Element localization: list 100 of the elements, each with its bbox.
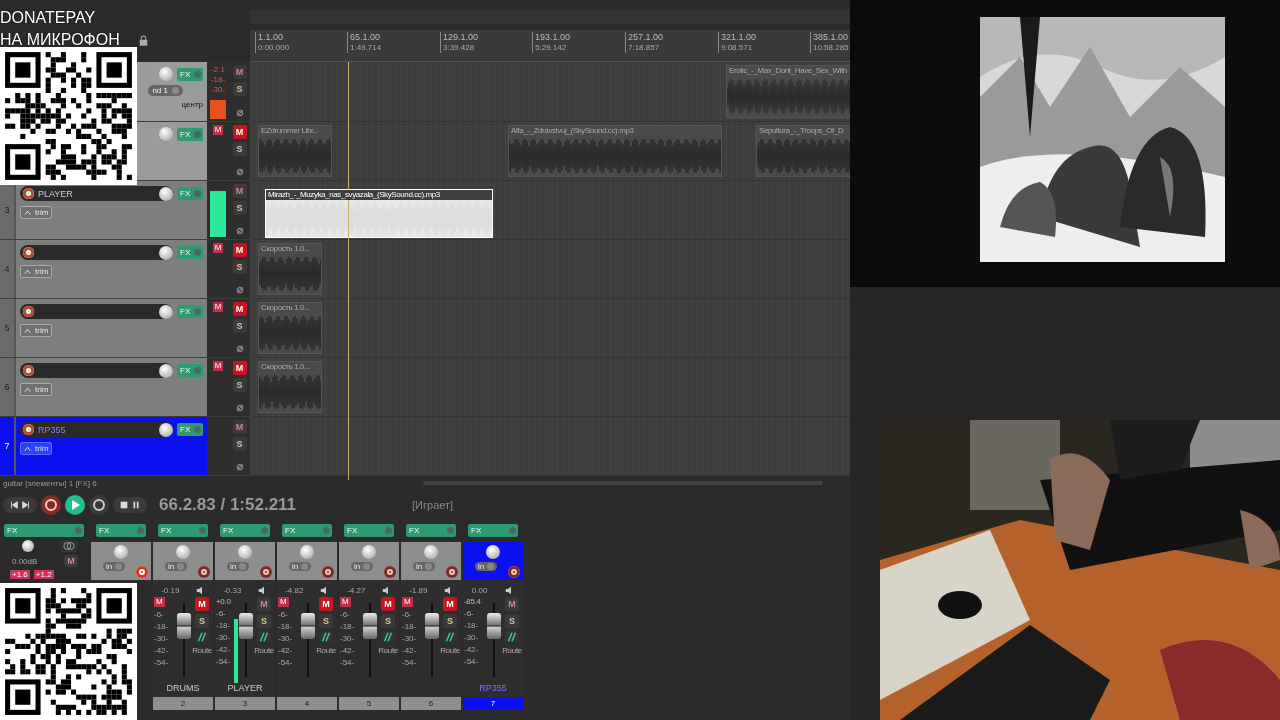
volume-knob[interactable] <box>159 304 173 319</box>
solo-button[interactable]: S <box>232 201 247 215</box>
timeline-ruler[interactable]: 1.1.00 0:00.000 65.1.00 1:49.714 129.1.00 3:39.428 193.1.00 5:29.142 257.1.00 7:18.857 321.1.00 9:08.571 385.1.00 10:58.285 <box>250 30 850 62</box>
track-header[interactable]: 7 RP355 FX trim <box>0 417 207 476</box>
track-name-field[interactable] <box>20 363 173 378</box>
channel-top-panel[interactable]: in <box>401 542 461 580</box>
pause-icon[interactable] <box>131 500 141 510</box>
pan-knob[interactable] <box>486 545 500 559</box>
volume-knob[interactable] <box>159 186 173 201</box>
track-name-field[interactable] <box>20 245 173 260</box>
record-arm-button[interactable] <box>23 247 34 258</box>
stop-icon[interactable] <box>119 500 129 510</box>
pan-knob[interactable] <box>22 540 34 552</box>
media-item[interactable]: Erotic_-_Max_Dont_Have_Sex_With <box>726 65 852 118</box>
mute-button[interactable]: M <box>232 184 247 198</box>
channel-top-panel[interactable]: in <box>277 542 337 580</box>
track-lane[interactable]: EZdrummer Libr... Alfa_-_Zdravstvuj_(SkySound.cc).mp3 Sepultura_-_Troops_Of_D <box>250 122 850 181</box>
volume-knob[interactable] <box>159 245 173 260</box>
channel-top-panel[interactable]: in <box>153 542 213 580</box>
track-header[interactable]: FX <box>137 122 207 181</box>
speaker-icon[interactable] <box>381 586 391 595</box>
input-dropdown[interactable]: in <box>288 562 312 571</box>
track-header[interactable]: 3 PLAYER FX trim <box>0 181 207 240</box>
fx-button[interactable]: FX <box>177 246 203 259</box>
volume-knob[interactable] <box>159 363 173 378</box>
solo-button[interactable]: S <box>232 437 247 451</box>
record-arm-button[interactable] <box>384 566 396 578</box>
loop-icon[interactable] <box>89 495 109 515</box>
fx-button[interactable]: FX <box>220 524 270 537</box>
media-item[interactable]: EZdrummer Libr... <box>258 125 332 177</box>
record-arm-button[interactable] <box>23 188 34 199</box>
track-lane[interactable]: Mirazh_-_Muzyka_nas_svyazala_(SkySound.cc).mp3 <box>250 181 850 240</box>
track-name-field[interactable]: PLAYER <box>20 186 173 201</box>
channel-top-panel[interactable]: in <box>463 542 523 580</box>
solo-button[interactable]: S <box>232 378 247 392</box>
input-dropdown[interactable]: in <box>412 562 436 571</box>
circle-slash-icon[interactable] <box>234 462 245 472</box>
track-header[interactable]: 5 FX trim <box>0 299 207 358</box>
fx-button[interactable]: FX <box>158 524 208 537</box>
solo-button[interactable]: S <box>232 142 247 156</box>
mute-button[interactable]: M <box>232 361 247 375</box>
record-arm-button[interactable] <box>23 424 34 435</box>
play-button[interactable] <box>65 495 85 515</box>
track-header[interactable]: 6 FX trim <box>0 358 207 417</box>
channel-top-panel[interactable]: in <box>215 542 275 580</box>
media-item[interactable]: Скорость 1.0... <box>258 243 322 295</box>
input-dropdown[interactable]: in <box>102 562 126 571</box>
speaker-icon[interactable] <box>195 586 205 595</box>
fx-button[interactable]: FX <box>468 524 518 537</box>
mute-button[interactable]: M <box>232 420 247 434</box>
record-arm-button[interactable] <box>322 566 334 578</box>
stereo-icon[interactable] <box>60 540 78 552</box>
solo-button[interactable]: S <box>505 614 520 628</box>
media-item[interactable]: Alfa_-_Zdravstvuj_(SkySound.cc).mp3 <box>508 125 722 177</box>
skip-forward-icon[interactable] <box>21 500 31 510</box>
solo-button[interactable]: S <box>443 614 458 628</box>
input-dropdown[interactable]: in <box>474 562 498 571</box>
record-arm-button[interactable] <box>260 566 272 578</box>
channel-top-panel[interactable]: in <box>339 542 399 580</box>
trim-button[interactable]: trim <box>20 265 53 278</box>
input-dropdown[interactable]: in <box>226 562 250 571</box>
track-lane[interactable]: Erotic_-_Max_Dont_Have_Sex_With <box>250 62 850 122</box>
record-button[interactable] <box>41 495 61 515</box>
fx-button[interactable]: FX <box>177 423 203 436</box>
speaker-icon[interactable] <box>257 586 267 595</box>
mute-button[interactable]: M <box>232 125 247 139</box>
track-header[interactable]: 4 FX trim <box>0 240 207 299</box>
track-name-field[interactable] <box>20 304 173 319</box>
track-lane[interactable]: Скорость 1.0... <box>250 240 850 299</box>
mute-button[interactable]: M <box>195 597 210 611</box>
media-item[interactable]: Sepultura_-_Troops_Of_D <box>756 125 852 177</box>
solo-button[interactable]: S <box>257 614 272 628</box>
circle-slash-icon[interactable] <box>234 344 245 354</box>
circle-slash-icon[interactable] <box>234 108 245 118</box>
fx-button[interactable]: FX <box>96 524 146 537</box>
trim-button[interactable]: trim <box>20 206 53 219</box>
channel-top-panel[interactable]: in <box>91 542 151 580</box>
input-dropdown[interactable]: nd 1 <box>148 85 183 96</box>
mute-button[interactable]: M <box>232 65 247 79</box>
record-arm-button[interactable] <box>508 566 520 578</box>
solo-button[interactable]: S <box>232 260 247 274</box>
skip-back-icon[interactable] <box>9 500 19 510</box>
fx-button[interactable]: FX <box>177 127 203 141</box>
mute-button[interactable]: M <box>64 555 78 567</box>
fx-button[interactable]: FX <box>344 524 394 537</box>
record-arm-button[interactable] <box>198 566 210 578</box>
media-item[interactable]: Mirazh_-_Muzyka_nas_svyazala_(SkySound.cc).mp3 <box>265 189 493 238</box>
fx-button[interactable]: FX <box>4 524 84 537</box>
solo-button[interactable]: S <box>232 319 247 333</box>
mute-button[interactable]: M <box>505 597 520 611</box>
mute-button[interactable]: M <box>443 597 458 611</box>
circle-slash-icon[interactable] <box>234 167 245 177</box>
circle-slash-icon[interactable] <box>234 403 245 413</box>
fx-button[interactable]: FX <box>177 187 203 200</box>
track-lane[interactable]: Скорость 1.0... <box>250 299 850 358</box>
speaker-icon[interactable] <box>319 586 329 595</box>
trim-button[interactable]: trim <box>20 383 53 396</box>
solo-button[interactable]: S <box>195 614 210 628</box>
mute-button[interactable]: M <box>232 243 247 257</box>
record-arm-button[interactable] <box>446 566 458 578</box>
